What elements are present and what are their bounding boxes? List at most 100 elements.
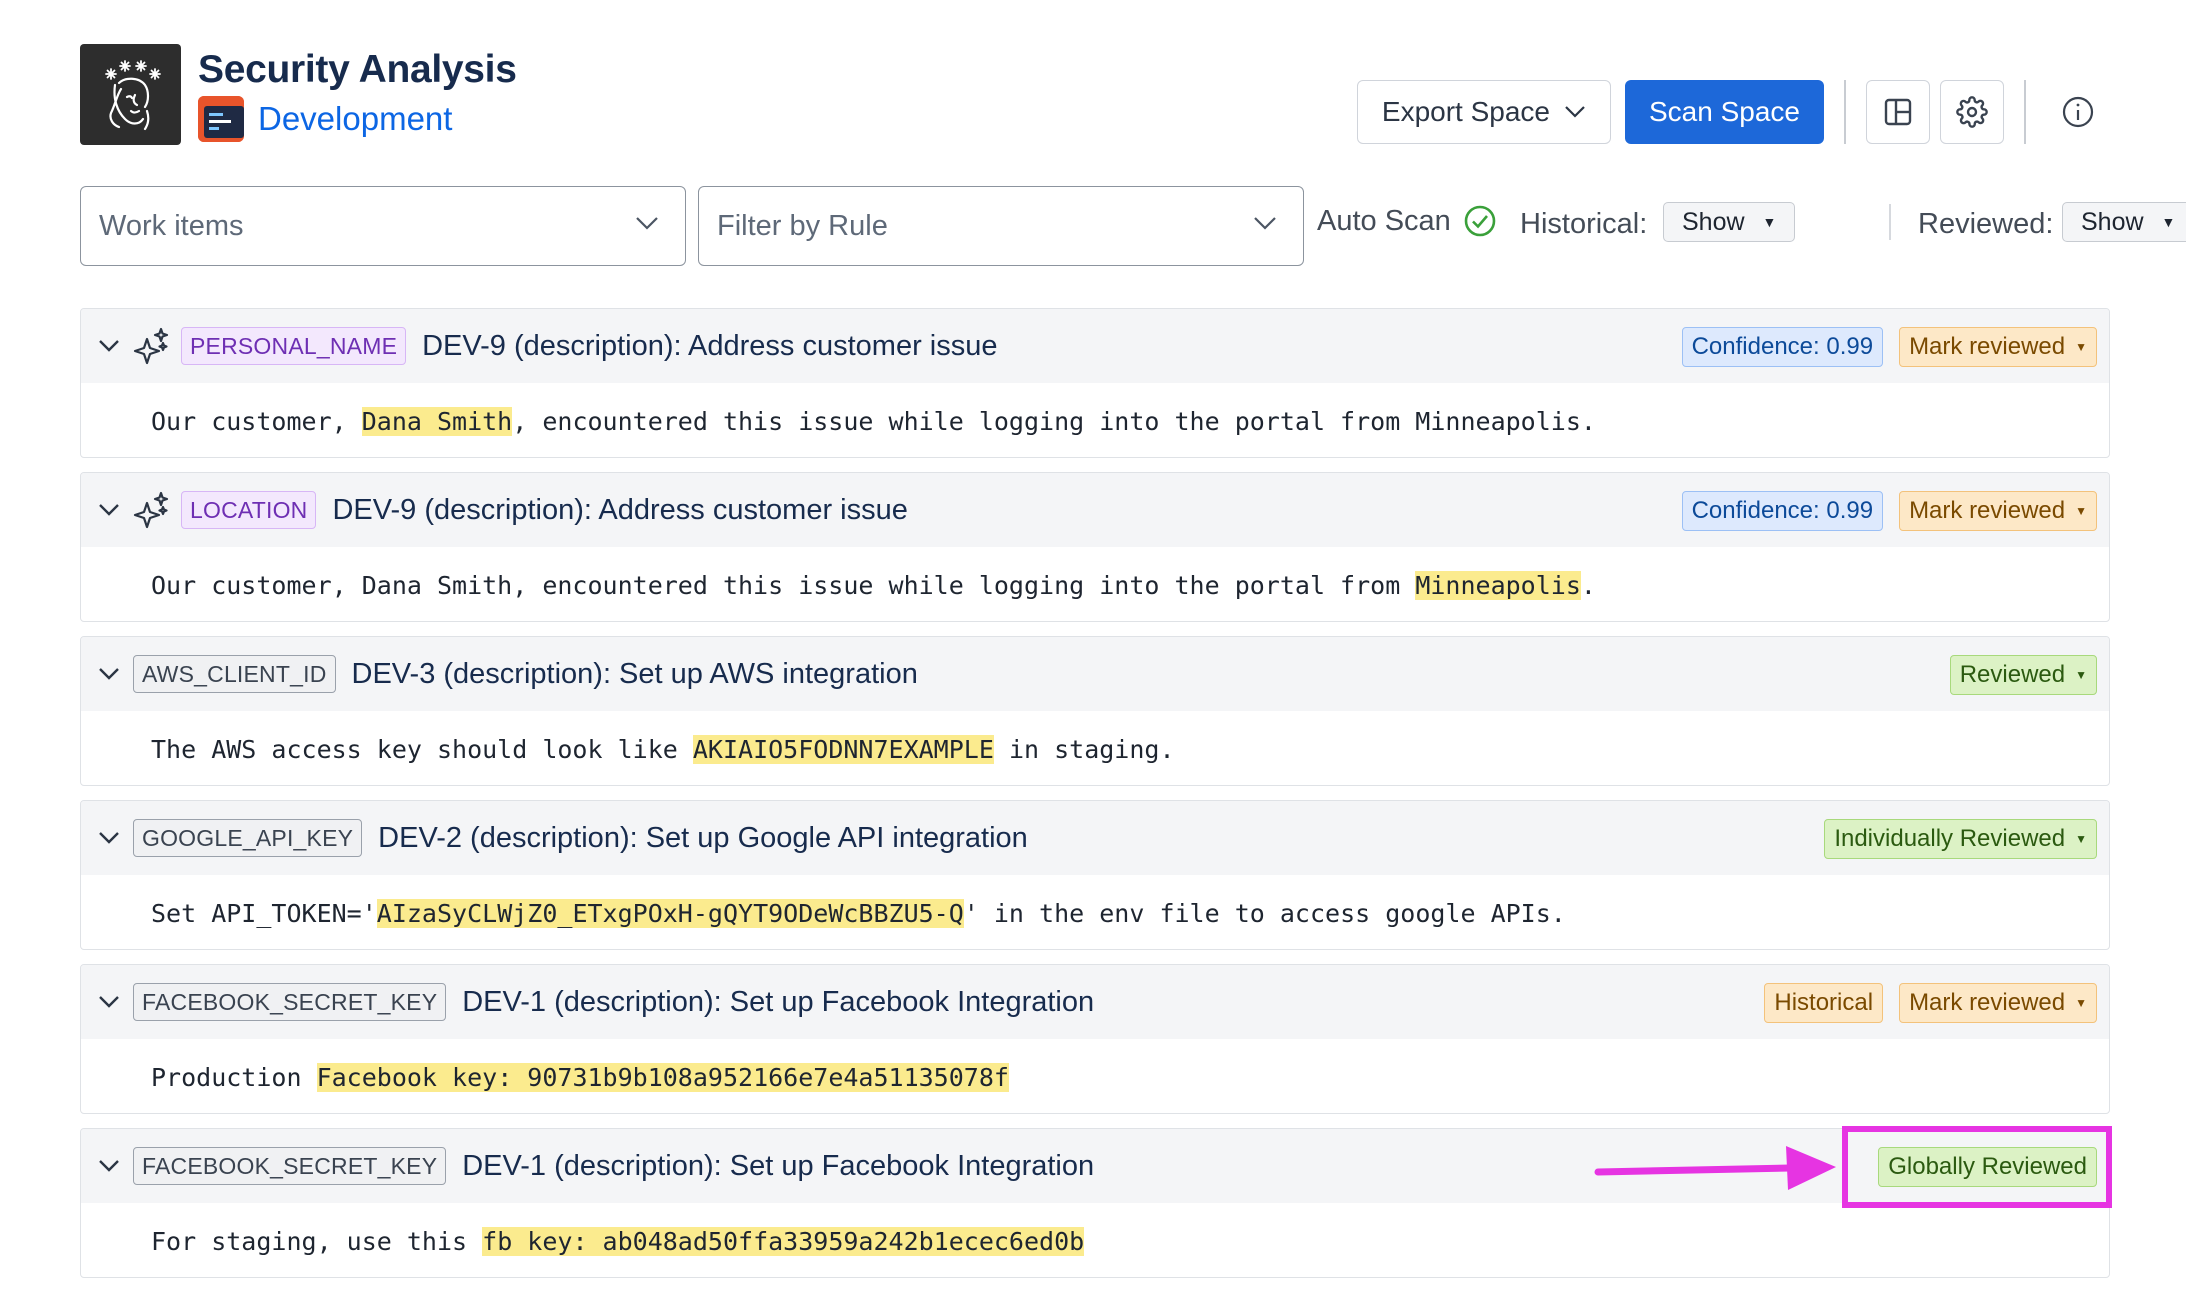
reviewed-badge[interactable]: Reviewed ▼ [1949,655,2097,695]
check-circle-icon [1464,205,1496,237]
finding-snippet: For staging, use this fb key: ab048ad50f… [81,1203,2109,1277]
snippet-text: Our customer, [151,406,362,436]
rule-tag: FACEBOOK_SECRET_KEY [133,1147,447,1185]
layout-icon [1884,98,1912,126]
divider [2024,80,2026,144]
rule-filter-placeholder: Filter by Rule [717,209,888,242]
finding-card: LOCATION DEV-9 (description): Address cus… [80,472,2110,622]
chevron-down-icon[interactable] [95,1152,123,1180]
finding-snippet: Our customer, Dana Smith, encountered th… [81,547,2109,621]
individually-reviewed-badge[interactable]: Individually Reviewed ▼ [1824,819,2097,859]
mark-reviewed-badge[interactable]: Mark reviewed ▼ [1899,327,2097,367]
finding-header[interactable]: AWS_CLIENT_ID DEV-3 (description): Set up… [81,637,2109,711]
rule-tag: AWS_CLIENT_ID [133,655,336,693]
finding-header[interactable]: PERSONAL_NAME DEV-9 (description): Addres… [81,309,2109,383]
export-space-button[interactable]: Export Space [1356,80,1611,144]
chevron-down-icon[interactable] [95,496,123,524]
annotation-highlight-box [1842,1126,2112,1208]
rule-tag: FACEBOOK_SECRET_KEY [133,983,447,1021]
historical-value: Show [1682,207,1745,236]
finding-header[interactable]: LOCATION DEV-9 (description): Address cus… [81,473,2109,547]
chevron-down-icon[interactable] [95,824,123,852]
page-header: Security Analysis Development Export Spa… [80,44,2110,145]
finding-header[interactable]: FACEBOOK_SECRET_KEY DEV-1 (description): … [81,965,2109,1039]
scan-space-button[interactable]: Scan Space [1625,80,1824,144]
reviewed-select[interactable]: Show ▼ [2062,202,2186,242]
caret-down-icon: ▼ [1762,214,1777,230]
mark-reviewed-badge[interactable]: Mark reviewed ▼ [1899,491,2097,531]
mark-reviewed-badge[interactable]: Mark reviewed ▼ [1899,983,2097,1023]
info-icon [2062,96,2094,128]
snippet-text: in staging. [993,734,1175,764]
snippet-text: Set API_TOKEN=' [151,898,377,928]
chevron-down-icon [1565,106,1585,118]
auto-scan-label: Auto Scan [1317,204,1451,237]
historical-badge: Historical [1764,983,1884,1023]
finding-badges: Reviewed ▼ [1949,655,2097,695]
chevron-down-icon [1254,217,1276,230]
historical-select[interactable]: Show ▼ [1663,202,1796,242]
finding-title[interactable]: DEV-2 (description): Set up Google API i… [378,822,1028,855]
snippet-text: , encountered this issue while logging i… [512,406,1596,436]
matched-secret: Facebook key: 90731b9b108a952166e7e4a511… [316,1062,1009,1092]
gear-icon [1956,96,1988,128]
finding-card: PERSONAL_NAME DEV-9 (description): Addres… [80,308,2110,458]
project-name[interactable]: Development [258,100,452,138]
chevron-down-icon[interactable] [95,660,123,688]
export-space-label: Export Space [1381,96,1550,127]
work-items-select[interactable]: Work items [80,186,686,266]
snippet-text: Production [151,1062,317,1092]
caret-down-icon: ▼ [2075,668,2087,682]
chevron-down-icon[interactable] [95,332,123,360]
caret-down-icon: ▼ [2075,340,2087,354]
snippet-text: ' in the env file to access google APIs. [963,898,1566,928]
reviewed-value: Show [2081,207,2144,236]
info-button[interactable] [2046,80,2110,144]
matched-secret: AKIAIO5FODNN7EXAMPLE [692,734,994,764]
finding-header[interactable]: GOOGLE_API_KEY DEV-2 (description): Set u… [81,801,2109,875]
matched-secret: Dana Smith [361,406,513,436]
chevron-down-icon [636,217,658,230]
auto-scan-status[interactable]: Auto Scan [1317,204,1497,238]
finding-badges: Individually Reviewed ▼ [1824,819,2097,859]
settings-button[interactable] [1940,80,2004,144]
badge-label: Confidence: 0.99 [1691,333,1874,360]
rule-tag: PERSONAL_NAME [181,327,407,365]
finding-title[interactable]: DEV-9 (description): Address customer is… [332,494,907,527]
project-link[interactable]: Development [198,96,452,142]
caret-down-icon: ▼ [2075,832,2087,846]
badge-label: Reviewed [1959,661,2066,688]
rule-tag: LOCATION [181,491,317,529]
badge-label: Historical [1774,989,1874,1016]
work-items-placeholder: Work items [99,209,244,242]
confidence-0-99-badge: Confidence: 0.99 [1681,491,1884,531]
finding-snippet: Set API_TOKEN=' AIzaSyCLWjZ0_ETxgPOxH-gQY… [81,875,2109,949]
badge-label: Mark reviewed [1909,989,2066,1016]
finding-title[interactable]: DEV-9 (description): Address customer is… [422,330,997,363]
finding-title[interactable]: DEV-1 (description): Set up Facebook Int… [462,986,1094,1019]
finding-snippet: Production Facebook key: 90731b9b108a952… [81,1039,2109,1113]
app-logo [80,44,181,145]
finding-title[interactable]: DEV-3 (description): Set up AWS integrat… [352,658,918,691]
reviewed-label: Reviewed: [1918,208,2054,240]
rule-filter-select[interactable]: Filter by Rule [698,186,1304,266]
page-title: Security Analysis [198,48,517,91]
confidence-0-99-badge: Confidence: 0.99 [1681,327,1884,367]
badge-label: Mark reviewed [1909,497,2066,524]
ai-sparkle-icon [133,326,173,366]
snippet-text: For staging, use this [151,1226,483,1256]
finding-card: GOOGLE_API_KEY DEV-2 (description): Set u… [80,800,2110,950]
chevron-down-icon[interactable] [95,988,123,1016]
matched-secret: AIzaSyCLWjZ0_ETxgPOxH-gQYT9ODeWcBBZU5-Q [376,898,964,928]
filter-bar: Work items Filter by Rule Auto Scan Hist… [80,186,2186,266]
caret-down-icon: ▼ [2161,214,2176,230]
finding-card: AWS_CLIENT_ID DEV-3 (description): Set up… [80,636,2110,786]
header-actions: Export Space Scan Space [1356,80,2110,144]
caret-down-icon: ▼ [2075,996,2087,1010]
rule-tag: GOOGLE_API_KEY [133,819,363,857]
badge-label: Confidence: 0.99 [1691,497,1874,524]
layout-button[interactable] [1866,80,1930,144]
finding-title[interactable]: DEV-1 (description): Set up Facebook Int… [462,1150,1094,1183]
finding-badges: Confidence: 0.99 Mark reviewed ▼ [1681,327,2097,367]
divider [1889,204,1891,240]
